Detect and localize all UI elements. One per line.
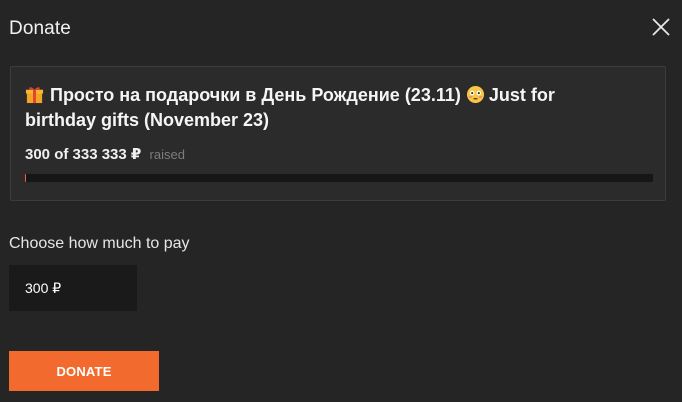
close-icon (652, 18, 670, 36)
dialog-title: Donate (9, 18, 71, 39)
amount-input[interactable] (9, 265, 137, 311)
goal-progress-bar (25, 174, 653, 182)
gift-emoji-icon (25, 87, 44, 104)
flushed-face-emoji-icon (466, 85, 484, 104)
goal-progress-fill (25, 174, 26, 182)
goal-title-ru: Просто на подарочки в День Рождение (23.… (50, 85, 461, 105)
goal-title: Просто на подарочки в День Рождение (23.… (25, 83, 625, 133)
goal-card: Просто на подарочки в День Рождение (23.… (10, 66, 666, 201)
close-button[interactable] (650, 16, 672, 38)
raised-status: 300 of 333 333 ₽ raised (25, 145, 185, 163)
raised-amount: 300 of 333 333 ₽ (25, 146, 142, 163)
donate-button[interactable]: DONATE (9, 351, 159, 391)
raised-suffix: raised (149, 147, 185, 162)
amount-label: Choose how much to pay (9, 235, 190, 252)
